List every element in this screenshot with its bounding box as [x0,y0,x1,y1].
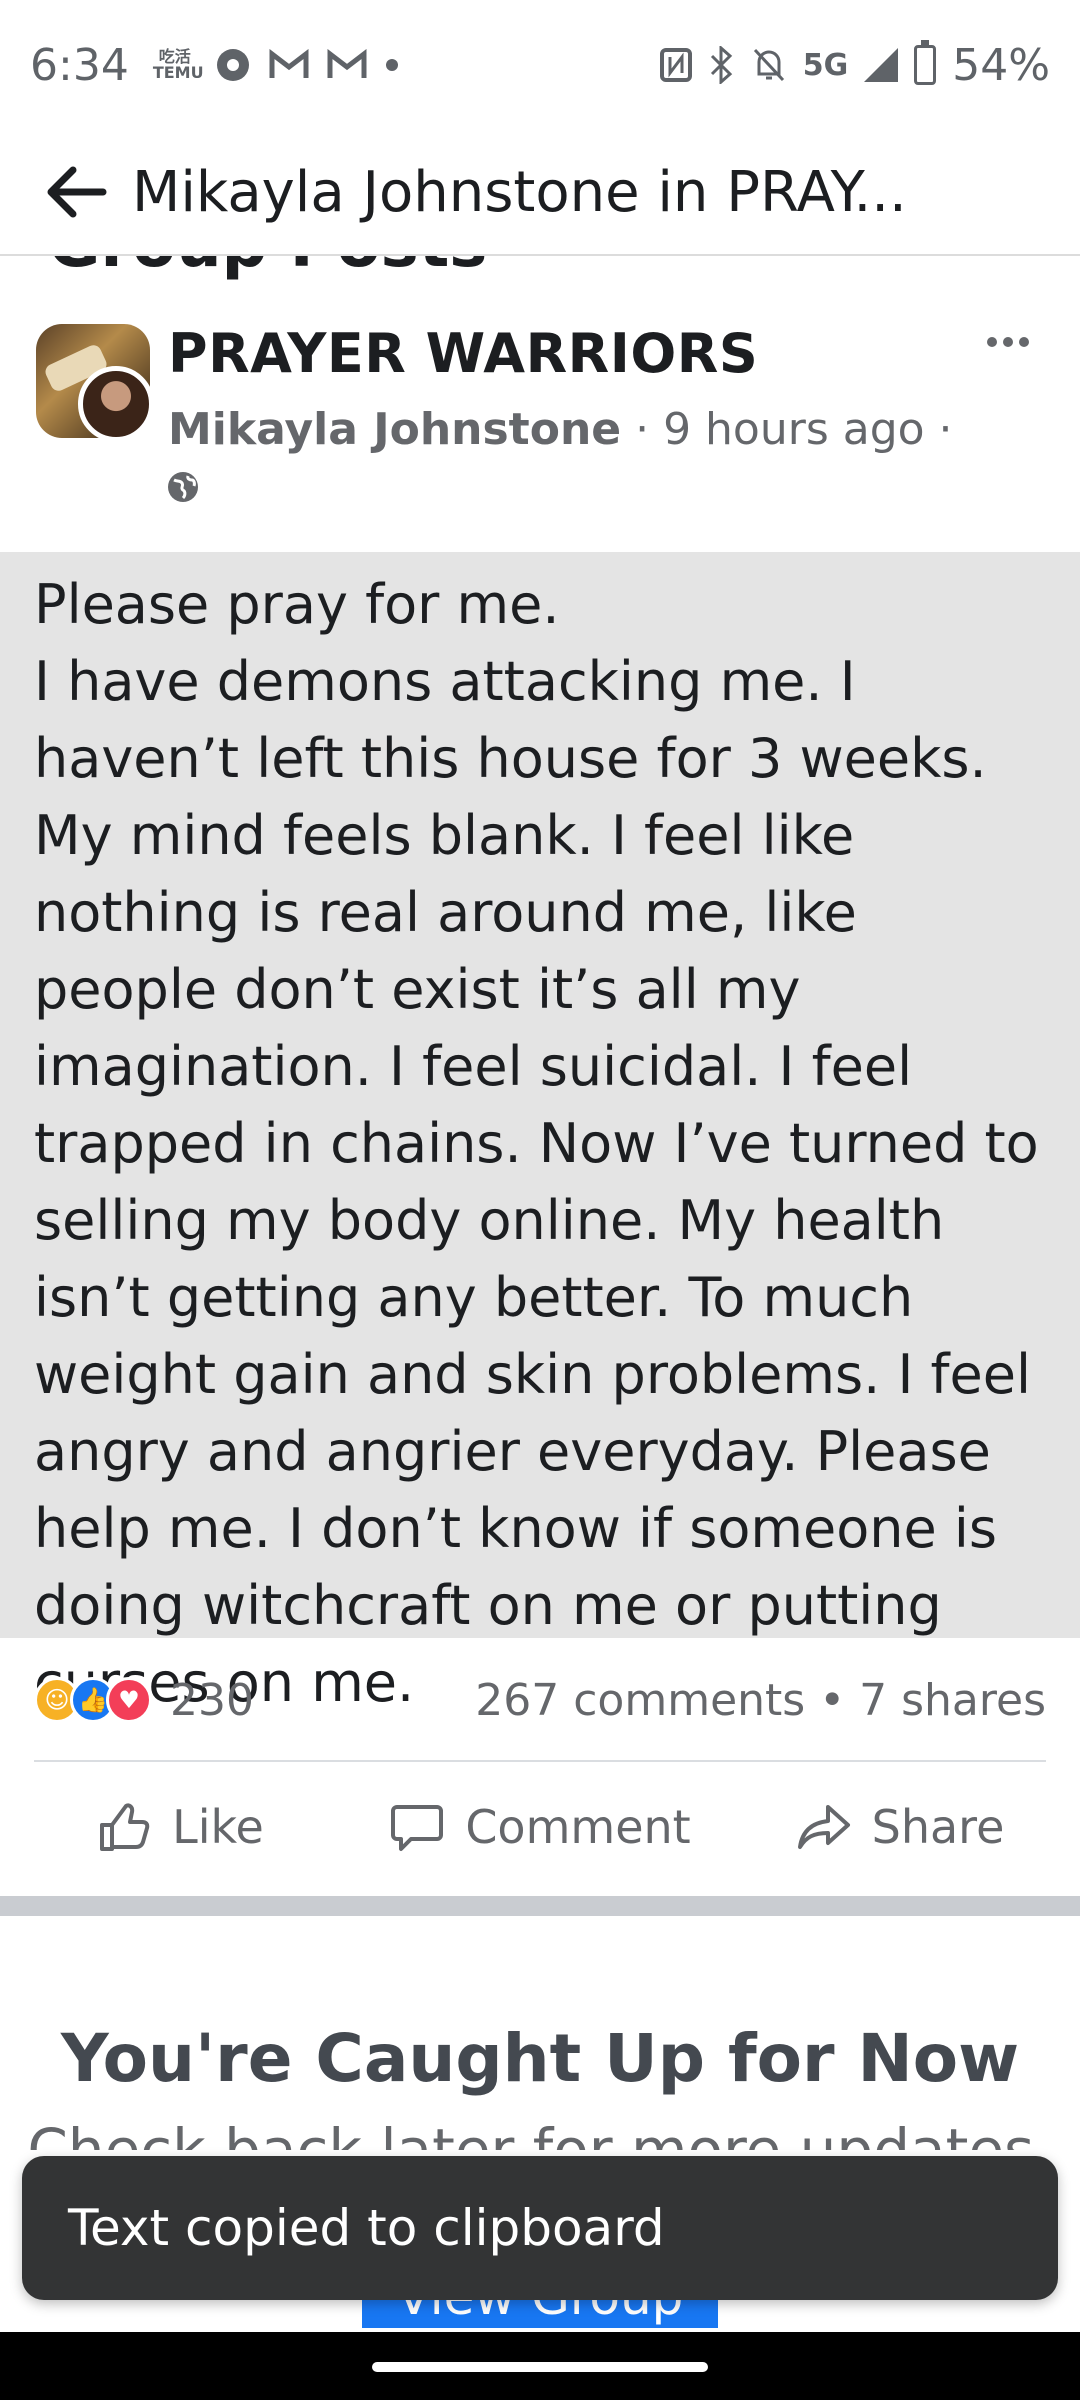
share-arrow-icon [797,1805,850,1849]
temu-icon: 吃活 TEMU [153,49,204,81]
arrow-left-icon [47,166,107,218]
network-type: 5G [802,47,849,83]
back-button[interactable] [30,147,120,237]
temu-icon-label-bottom: TEMU [152,63,204,82]
user-avatar[interactable] [78,366,154,442]
comment-label: Comment [465,1800,691,1854]
nfc-icon [659,48,692,82]
more-options-button[interactable] [976,322,1040,362]
post-body[interactable]: Please pray for me. I have demons attack… [0,552,1080,1714]
group-name-link[interactable]: PRAYER WARRIORS [168,322,758,385]
home-gesture-handle[interactable] [372,2362,708,2372]
reactions-summary: ☺ 👍 ♥ 230 267 comments • 7 shares [0,1640,1080,1760]
battery-icon [914,40,937,85]
notification-icons: 吃活 TEMU [153,47,399,83]
system-navigation-bar [0,2332,1080,2400]
comment-button[interactable]: Comment [360,1799,720,1855]
share-label: Share [871,1800,1005,1854]
chrome-icon [216,49,249,81]
caught-up-subtitle: Check back later for more updates. [27,2116,1053,2150]
gmail-icon [327,49,367,78]
post-time: · 9 hours ago · [621,404,953,455]
dot-icon [1003,337,1013,347]
share-button[interactable]: Share [720,1799,1080,1855]
feed-separator [0,1896,1080,1916]
gmail-icon [269,49,309,78]
author-name-link[interactable]: Mikayla Johnstone [168,404,621,455]
reaction-count[interactable]: 230 [170,1675,254,1726]
reaction-icons[interactable]: ☺ 👍 ♥ [34,1677,152,1723]
like-label: Like [172,1800,264,1854]
bluetooth-icon [710,46,732,84]
system-icons: 5G 54% [659,40,1050,91]
like-button[interactable]: Like [0,1799,360,1855]
status-time: 6:34 [30,39,129,91]
top-app-bar: Mikayla Johnstone in PRAY... [0,130,1080,256]
dot-icon [987,337,997,347]
comment-icon [391,1805,444,1851]
status-bar: 6:34 吃活 TEMU 5G 54% [0,0,1080,130]
caught-up-title: You're Caught Up for Now [60,2020,1020,2097]
bell-off-icon [753,48,784,82]
dot-icon [385,59,398,71]
dot-icon [1019,337,1029,347]
signal-icon [864,48,899,82]
love-reaction-icon: ♥ [106,1677,152,1723]
battery-percent: 54% [952,39,1050,91]
page-title: Mikayla Johnstone in PRAY... [132,159,907,225]
post-actions: Like Comment Share [0,1762,1080,1892]
thumbs-up-icon [100,1803,150,1851]
globe-icon [168,472,198,502]
post-meta: Mikayla Johnstone · 9 hours ago · [168,404,953,455]
post-text[interactable]: Please pray for me. I have demons attack… [34,566,1046,1721]
comments-shares-count[interactable]: 267 comments • 7 shares [475,1675,1046,1726]
toast-snackbar: Text copied to clipboard [22,2156,1058,2300]
post-header: PRAYER WARRIORS Mikayla Johnstone · 9 ho… [0,300,1080,552]
toast-message: Text copied to clipboard [68,2199,665,2257]
